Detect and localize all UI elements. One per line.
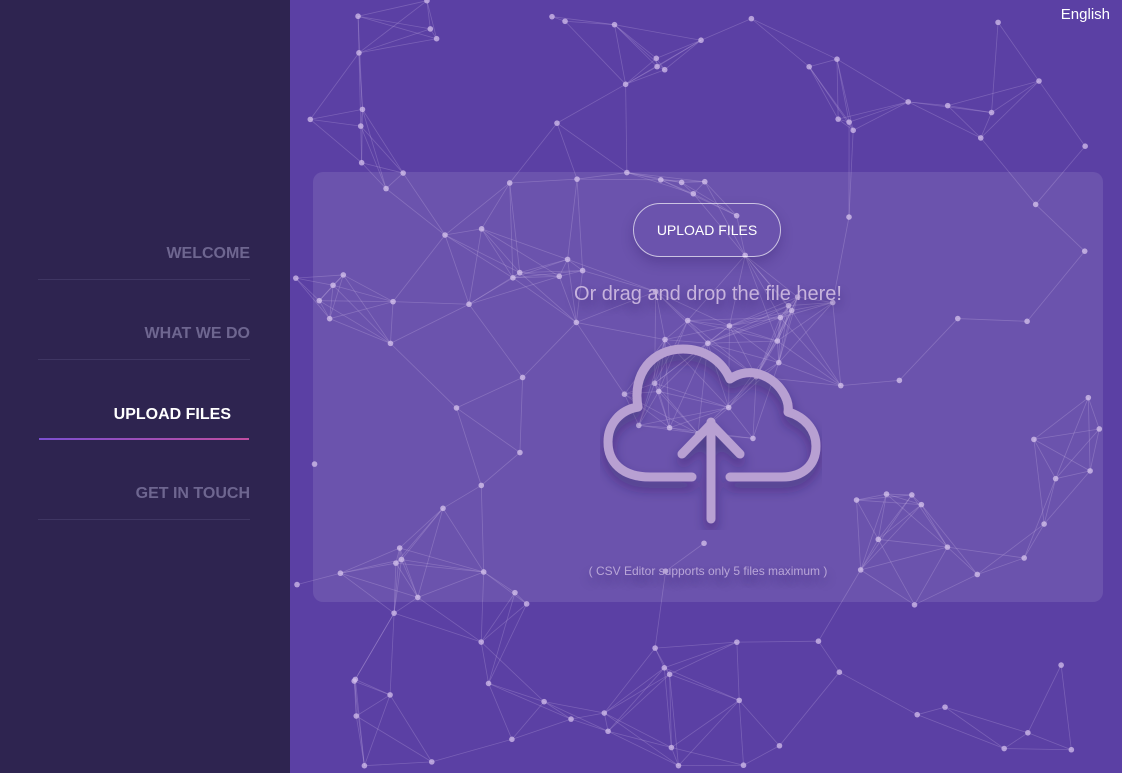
upload-files-button[interactable]: UPLOAD FILES [633,203,781,257]
sidebar: WELCOME WHAT WE DO UPLOAD FILES GET IN T… [0,0,290,773]
main-area: English UPLOAD FILES Or drag and drop th… [290,0,1122,773]
nav-item-label: UPLOAD FILES [113,406,231,423]
nav-item-upload-files[interactable]: UPLOAD FILES [38,398,250,440]
file-limit-note: ( CSV Editor supports only 5 files maxim… [588,564,828,578]
active-nav-underline [39,438,249,440]
cloud-upload-icon[interactable] [600,344,822,530]
nav-item-label: WELCOME [166,245,250,262]
nav-item-get-in-touch[interactable]: GET IN TOUCH [38,478,250,520]
nav-item-what-we-do[interactable]: WHAT WE DO [38,318,250,360]
nav-item-label: WHAT WE DO [144,325,250,342]
language-selector[interactable]: English [1061,6,1110,23]
nav-item-welcome[interactable]: WELCOME [38,238,250,280]
file-drop-zone[interactable]: UPLOAD FILES Or drag and drop the file h… [313,172,1103,602]
drag-drop-text: Or drag and drop the file here! [574,283,842,305]
nav-item-label: GET IN TOUCH [135,485,250,502]
